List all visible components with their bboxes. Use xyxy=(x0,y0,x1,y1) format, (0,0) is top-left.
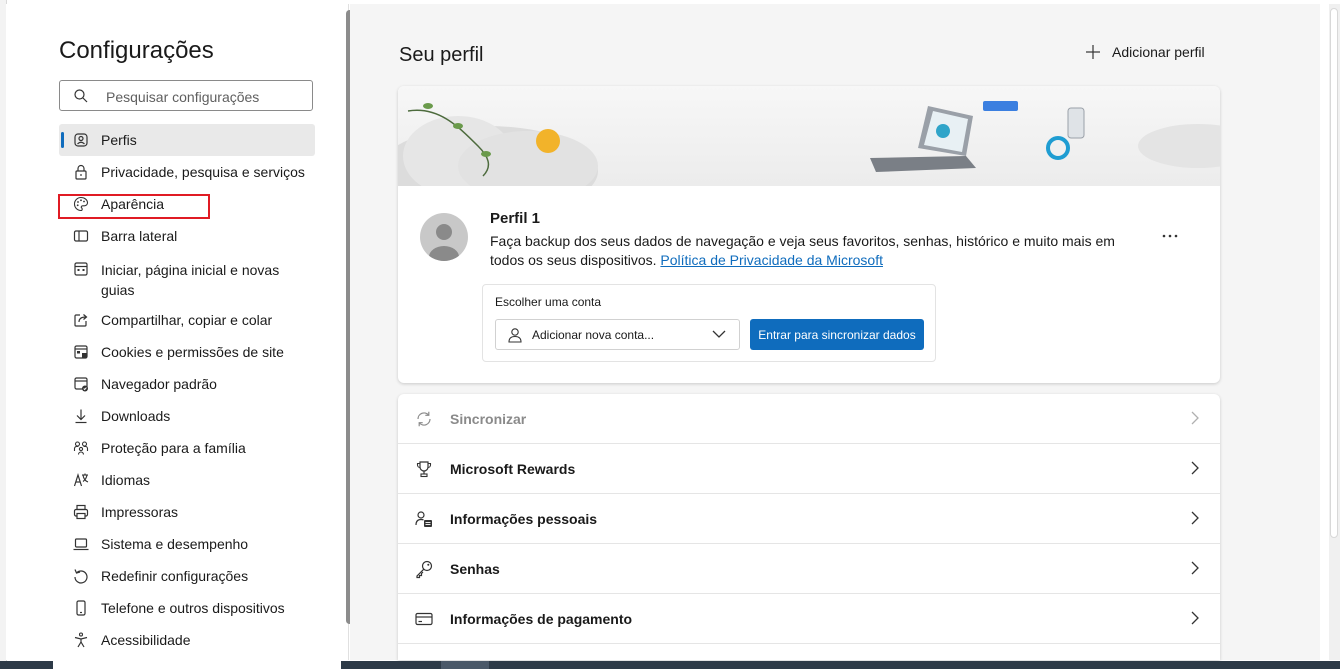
sidebar-item-downloads[interactable]: Downloads xyxy=(59,400,315,432)
printer-icon xyxy=(73,504,89,520)
sidebar-item-redefinir[interactable]: Redefinir configurações xyxy=(59,560,315,592)
row-label: Senhas xyxy=(450,560,500,577)
share-icon xyxy=(73,312,89,328)
search-icon xyxy=(74,89,88,103)
chevron-right-icon xyxy=(1191,511,1199,525)
row-sincronizar[interactable]: Sincronizar xyxy=(398,394,1220,444)
sidebar-item-cookies[interactable]: Cookies e permissões de site xyxy=(59,336,315,368)
search-input[interactable] xyxy=(104,86,308,108)
sidebar-item-sistema[interactable]: Sistema e desempenho xyxy=(59,528,315,560)
trophy-icon xyxy=(414,459,434,479)
row-senhas[interactable]: Senhas xyxy=(398,544,1220,594)
sidebar-item-label: Redefinir configurações xyxy=(101,568,249,584)
sidebar-item-label: Acessibilidade xyxy=(101,632,191,648)
family-icon xyxy=(73,440,89,456)
key-icon xyxy=(414,559,434,579)
chevron-right-icon xyxy=(1191,461,1199,475)
person-icon xyxy=(508,328,522,343)
cookie-icon xyxy=(73,344,89,360)
add-profile-label: Adicionar perfil xyxy=(1112,44,1205,60)
sidebar-item-telefone[interactable]: Telefone e outros dispositivos xyxy=(59,592,315,624)
accessibility-icon xyxy=(73,632,89,648)
chevron-right-icon xyxy=(1191,611,1199,625)
scrollbar-thumb[interactable] xyxy=(1330,8,1338,538)
row-label: Informações de pagamento xyxy=(450,610,633,627)
choose-account-label: Escolher uma conta xyxy=(495,295,602,309)
page-title: Seu perfil xyxy=(399,44,484,66)
phone-icon xyxy=(73,600,89,616)
sidebar-item-label: Perfis xyxy=(101,132,137,148)
settings-sidebar: Configurações Perfis Privacidade, pesqui… xyxy=(6,4,353,660)
row-informacoes-pessoais[interactable]: Informações pessoais xyxy=(398,494,1220,544)
sidebar-item-navegador-padrao[interactable]: Navegador padrão xyxy=(59,368,315,400)
more-icon xyxy=(1162,234,1178,238)
main-content: Seu perfil Adicionar perfil Perfil 1 Faç… xyxy=(350,4,1320,660)
profile-icon xyxy=(73,132,89,148)
plus-icon xyxy=(1086,45,1100,59)
sidebar-item-acessibilidade[interactable]: Acessibilidade xyxy=(59,624,315,656)
row-label: Microsoft Rewards xyxy=(450,460,576,477)
chevron-down-icon xyxy=(712,330,726,338)
sidebar-item-label: Downloads xyxy=(101,408,171,424)
chevron-right-icon xyxy=(1191,561,1199,575)
sidebar-item-label: Compartilhar, copiar e colar xyxy=(101,312,273,328)
person-card-icon xyxy=(414,509,434,529)
page-scrollbar[interactable] xyxy=(1329,4,1340,660)
more-options-button[interactable] xyxy=(1158,224,1182,248)
sidebar-item-label: Idiomas xyxy=(101,472,151,488)
language-icon xyxy=(73,472,89,488)
chevron-right-icon xyxy=(1191,411,1199,425)
account-dropdown[interactable]: Adicionar nova conta... xyxy=(495,319,740,350)
sidebar-item-label: Iniciar, página inicial e novas guias xyxy=(101,262,280,298)
search-box[interactable] xyxy=(59,80,313,111)
sidebar-item-compartilhar[interactable]: Compartilhar, copiar e colar xyxy=(59,304,315,336)
profile-card: Perfil 1 Faça backup dos seus dados de n… xyxy=(398,86,1220,383)
sign-in-sync-button[interactable]: Entrar para sincronizar dados xyxy=(750,319,924,350)
credit-card-icon xyxy=(414,609,434,629)
sidebar-item-label: Proteção para a família xyxy=(101,440,246,456)
sidebar-item-label: Barra lateral xyxy=(101,228,178,244)
sidebar-item-barra-lateral[interactable]: Barra lateral xyxy=(59,220,315,252)
highlight-annotation-box xyxy=(58,194,210,219)
add-profile-button[interactable]: Adicionar perfil xyxy=(1086,44,1205,60)
sidebar-item-impressoras[interactable]: Impressoras xyxy=(59,496,315,528)
profile-banner-illustration xyxy=(398,86,1220,216)
taskbar-search-area[interactable] xyxy=(53,661,341,669)
sync-icon xyxy=(414,409,434,429)
sidebar-item-label: Impressoras xyxy=(101,504,179,520)
lock-icon xyxy=(73,164,89,180)
row-label: Informações pessoais xyxy=(450,510,598,527)
taskbar xyxy=(0,661,1340,669)
sidebar-item-perfis[interactable]: Perfis xyxy=(59,124,315,156)
settings-title: Configurações xyxy=(59,37,214,64)
sidebar-item-label: Cookies e permissões de site xyxy=(101,344,284,360)
download-icon xyxy=(73,408,89,424)
choose-account-panel: Escolher uma conta Adicionar nova conta.… xyxy=(482,284,936,362)
avatar xyxy=(420,213,468,261)
sidebar-item-label: Privacidade, pesquisa e serviços xyxy=(101,164,305,180)
home-grid-icon xyxy=(73,261,89,277)
profile-settings-list: Sincronizar Microsoft Rewards Informaçõe… xyxy=(398,394,1220,660)
sidebar-item-idiomas[interactable]: Idiomas xyxy=(59,464,315,496)
sidebar-item-protecao-familia[interactable]: Proteção para a família xyxy=(59,432,315,464)
sidebar-item-label: Sistema e desempenho xyxy=(101,536,249,552)
sidebar-item-iniciar[interactable]: Iniciar, página inicial e novas guias xyxy=(59,252,315,304)
privacy-policy-link[interactable]: Política de Privacidade da Microsoft xyxy=(660,252,883,268)
sidebar-item-privacidade[interactable]: Privacidade, pesquisa e serviços xyxy=(59,156,315,188)
sidebar-item-label: Telefone e outros dispositivos xyxy=(101,600,285,616)
row-microsoft-rewards[interactable]: Microsoft Rewards xyxy=(398,444,1220,494)
browser-icon xyxy=(73,376,89,392)
sidebar-icon xyxy=(73,228,89,244)
laptop-icon xyxy=(73,536,89,552)
profile-description: Faça backup dos seus dados de navegação … xyxy=(490,232,1130,270)
sidebar-item-label: Navegador padrão xyxy=(101,376,217,392)
profile-name: Perfil 1 xyxy=(490,210,541,227)
row-informacoes-pagamento[interactable]: Informações de pagamento xyxy=(398,594,1220,644)
reset-icon xyxy=(73,568,89,584)
account-dropdown-value: Adicionar nova conta... xyxy=(532,328,655,342)
taskbar-app-button[interactable] xyxy=(441,661,489,669)
row-label: Sincronizar xyxy=(450,410,527,427)
